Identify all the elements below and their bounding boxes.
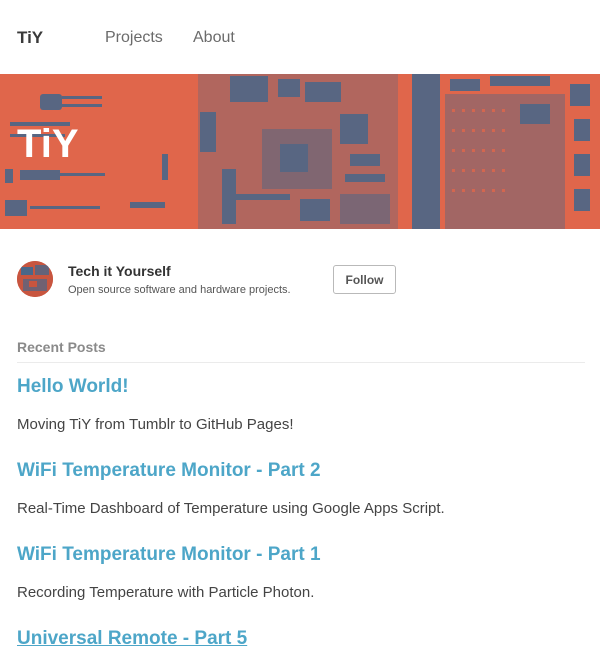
post-excerpt: Real-Time Dashboard of Temperature using… — [17, 500, 445, 517]
post-title-link[interactable]: WiFi Temperature Monitor - Part 2 — [17, 460, 321, 482]
recent-posts-heading: Recent Posts — [17, 339, 106, 355]
avatar — [17, 261, 53, 297]
top-nav: TiY Projects About — [0, 0, 600, 74]
post-excerpt: Recording Temperature with Particle Phot… — [17, 584, 315, 601]
post-title-link[interactable]: WiFi Temperature Monitor - Part 1 — [17, 544, 321, 566]
profile-name: Tech it Yourself — [68, 263, 171, 279]
nav-link-about[interactable]: About — [193, 28, 235, 48]
post-title-link[interactable]: Universal Remote - Part 5 — [17, 628, 247, 650]
brand-link[interactable]: TiY — [17, 28, 43, 48]
follow-button[interactable]: Follow — [333, 265, 396, 294]
circuit-board-image — [5, 74, 590, 229]
profile-card: Tech it Yourself Open source software an… — [0, 229, 600, 329]
profile-description: Open source software and hardware projec… — [68, 284, 291, 296]
nav-link-projects[interactable]: Projects — [105, 28, 163, 48]
divider — [17, 362, 585, 363]
post-title-link[interactable]: Hello World! — [17, 376, 129, 398]
header-banner: TiY — [0, 74, 600, 229]
banner-title: TiY — [17, 122, 79, 166]
post-excerpt: Moving TiY from Tumblr to GitHub Pages! — [17, 416, 294, 433]
